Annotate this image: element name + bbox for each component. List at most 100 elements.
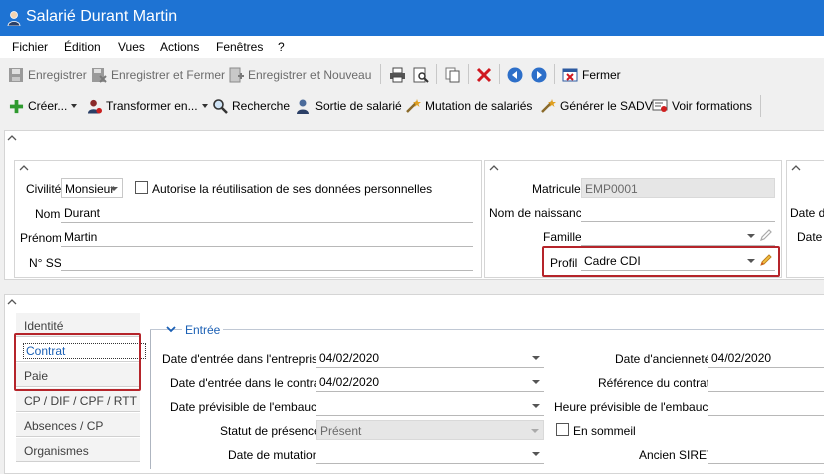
menu-edition[interactable]: Édition	[64, 40, 101, 54]
save-label: Enregistrer	[28, 68, 87, 82]
save-close-button[interactable]: Enregistrer et Fermer	[91, 66, 225, 84]
view-trainings-label: Voir formations	[672, 99, 753, 113]
planned-hour-label: Heure prévisible de l'embauche	[554, 400, 722, 414]
matricule-input: EMP0001	[581, 178, 775, 198]
close-window-icon	[562, 68, 578, 82]
mutation-date[interactable]	[316, 444, 544, 464]
contract-ref-input[interactable]	[708, 372, 824, 392]
menu-fenetres[interactable]: Fenêtres	[216, 40, 263, 54]
planned-hire-label: Date prévisible de l'embauche	[170, 400, 331, 414]
birthname-label: Nom de naissance	[489, 206, 589, 220]
transform-button[interactable]: Transformer en...	[87, 97, 213, 115]
contract-ref-label: Référence du contrat	[598, 376, 711, 390]
chevron-down-icon	[531, 429, 539, 433]
entry-company-label: Date d'entrée dans l'entreprise	[162, 352, 325, 366]
chevron-down-icon	[110, 187, 118, 191]
menu-vues[interactable]: Vues	[118, 40, 145, 54]
planned-hire-date[interactable]	[316, 396, 544, 416]
tab-organismes[interactable]: Organismes	[16, 438, 140, 462]
print-button[interactable]	[389, 66, 410, 84]
tab-label: CP / DIF / CPF / RTT	[24, 394, 137, 408]
save-button[interactable]: Enregistrer	[8, 66, 87, 84]
title-bar: Salarié Durant Martin	[0, 0, 824, 36]
create-button[interactable]: Créer...	[9, 97, 82, 115]
toolbar-separator	[554, 64, 555, 84]
tab-absences-cp[interactable]: Absences / CP	[16, 413, 140, 437]
dormant-checkbox[interactable]	[556, 423, 569, 436]
toolbar-separator	[468, 64, 469, 84]
firstname-input[interactable]: Martin	[61, 227, 473, 247]
view-trainings-button[interactable]: Voir formations	[652, 97, 752, 115]
employee-exit-button[interactable]: Sortie de salarié	[295, 97, 402, 115]
presence-status-select: Présent	[316, 420, 544, 440]
entry-contract-value: 04/02/2020	[319, 375, 380, 389]
lastname-value: Durant	[64, 206, 101, 220]
seniority-date[interactable]: 04/02/2020	[708, 348, 824, 368]
tab-cp-dif-cpf-rtt[interactable]: CP / DIF / CPF / RTT	[16, 388, 140, 412]
seniority-date-value: 04/02/2020	[711, 351, 772, 365]
close-label: Fermer	[582, 68, 621, 82]
tab-label: Identité	[24, 319, 64, 333]
collapse-icon[interactable]	[7, 298, 17, 306]
pencil-icon[interactable]	[759, 228, 773, 242]
planned-hour-input[interactable]	[708, 396, 824, 416]
print-preview-button[interactable]	[413, 66, 433, 84]
mutation-button[interactable]: Mutation de salariés	[405, 97, 532, 115]
copy-icon	[445, 67, 460, 83]
entry-contract-label: Date d'entrée dans le contrat	[170, 376, 324, 390]
transform-label: Transformer en...	[106, 99, 198, 113]
lastname-input[interactable]: Durant	[61, 203, 473, 223]
highlight-profile	[542, 246, 780, 277]
toolbar-separator	[760, 95, 761, 117]
delete-x-icon	[476, 67, 492, 83]
tab-label: Organismes	[24, 444, 89, 458]
save-new-button[interactable]: Enregistrer et Nouveau	[228, 66, 371, 84]
close-button[interactable]: Fermer	[562, 66, 621, 84]
save-new-label: Enregistrer et Nouveau	[248, 68, 372, 82]
employee-app-icon	[7, 11, 21, 26]
next-button[interactable]	[531, 66, 551, 84]
menu-fichier[interactable]: Fichier	[12, 40, 48, 54]
collapse-icon[interactable]	[489, 164, 499, 172]
certificate-icon	[652, 99, 668, 112]
toolbar-separator	[436, 64, 437, 84]
chevron-down-icon	[532, 356, 540, 360]
entry-company-date[interactable]: 04/02/2020	[316, 348, 544, 368]
floppy-disk-icon	[9, 68, 23, 82]
mutation-label: Mutation de salariés	[425, 99, 533, 113]
section-divider	[150, 329, 824, 330]
person-transform-icon	[87, 99, 102, 114]
entry-contract-date[interactable]: 04/02/2020	[316, 372, 544, 392]
highlight-tabs	[14, 333, 141, 391]
old-siret-input[interactable]	[708, 444, 824, 464]
arrow-right-circle-icon	[531, 67, 547, 83]
chevron-down-icon	[532, 404, 540, 408]
presence-status-value: Présent	[320, 424, 362, 438]
wand-icon	[541, 99, 556, 113]
civility-select[interactable]: Monsieur	[61, 178, 123, 198]
search-button[interactable]: Recherche	[212, 97, 290, 115]
person-exit-icon	[297, 99, 309, 114]
family-label: Famille	[543, 230, 582, 244]
previous-button[interactable]	[507, 66, 527, 84]
chevron-down-icon[interactable]	[165, 324, 177, 334]
search-label: Recherche	[232, 99, 291, 113]
entry-company-value: 04/02/2020	[319, 351, 380, 365]
menu-actions[interactable]: Actions	[160, 40, 199, 54]
mutation-date-label: Date de mutation	[228, 448, 320, 462]
birthname-input[interactable]	[581, 202, 775, 222]
consent-checkbox[interactable]	[135, 181, 148, 194]
collapse-icon[interactable]	[791, 164, 801, 172]
menu-help[interactable]: ?	[278, 40, 285, 54]
delete-button[interactable]	[476, 66, 496, 84]
ss-number-input[interactable]	[61, 251, 473, 271]
content-border	[150, 329, 151, 469]
magnifier-icon	[213, 99, 228, 114]
copy-button[interactable]	[445, 66, 465, 84]
collapse-icon[interactable]	[19, 164, 29, 172]
collapse-icon[interactable]	[7, 134, 17, 142]
printer-icon	[390, 67, 405, 83]
save-new-icon	[229, 67, 244, 83]
generate-sadv-button[interactable]: Générer le SADV	[540, 97, 653, 115]
family-select[interactable]	[581, 226, 775, 246]
